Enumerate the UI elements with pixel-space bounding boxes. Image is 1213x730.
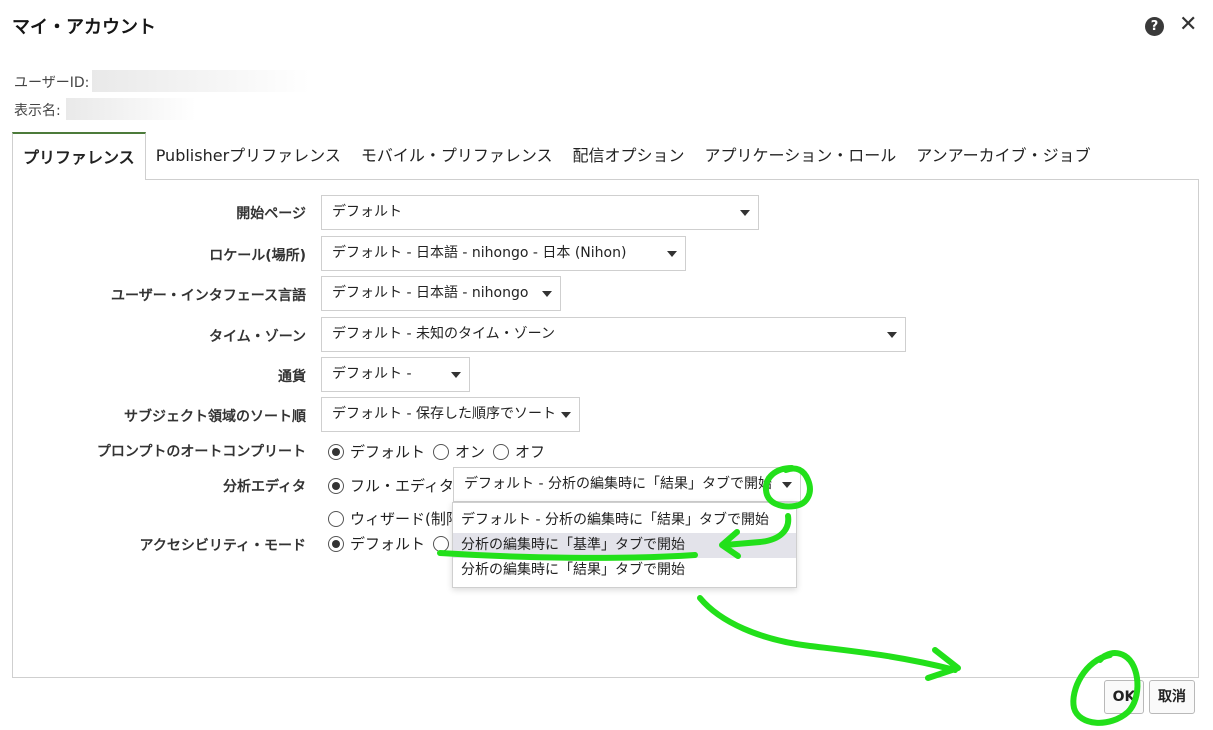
time-zone-label: タイム・ゾーン <box>208 329 306 345</box>
chevron-down-icon <box>542 291 552 297</box>
analysis-editor-value: デフォルト - 分析の編集時に「結果」タブで開始 <box>464 476 772 492</box>
tab-preferences[interactable]: プリファレンス <box>12 132 146 180</box>
locale-select[interactable]: デフォルト - 日本語 - nihongo - 日本 (Nihon) <box>321 236 686 271</box>
radio-off-label: オフ <box>515 443 546 461</box>
dropdown-option[interactable]: 分析の編集時に「結果」タブで開始 <box>453 558 796 583</box>
start-page-value: デフォルト <box>332 204 402 220</box>
radio-off[interactable] <box>493 443 510 460</box>
ui-language-value: デフォルト - 日本語 - nihongo <box>332 285 529 301</box>
locale-value: デフォルト - 日本語 - nihongo - 日本 (Nihon) <box>332 245 627 261</box>
radio-wizard-label: ウィザード(制限 <box>350 510 461 528</box>
radio-wizard[interactable] <box>328 510 344 527</box>
analysis-editor-select[interactable]: デフォルト - 分析の編集時に「結果」タブで開始 <box>453 467 801 502</box>
ui-language-select[interactable]: デフォルト - 日本語 - nihongo <box>321 276 561 311</box>
tab-delivery-options[interactable]: 配信オプション <box>563 132 695 180</box>
close-icon[interactable]: ✕ <box>1179 13 1197 37</box>
radio-default[interactable] <box>328 443 344 460</box>
prompt-autocomplete-radios: デフォルト オン オフ <box>328 441 553 462</box>
radio-full-editor-label: フル・エディタ <box>350 477 454 495</box>
help-icon[interactable]: ? <box>1145 17 1164 36</box>
start-page-label: 開始ページ <box>236 206 306 222</box>
radio-on[interactable] <box>433 443 450 460</box>
chevron-down-icon <box>667 251 677 257</box>
cancel-button[interactable]: 取消 <box>1149 680 1195 714</box>
analysis-editor-label: 分析エディタ <box>222 479 306 495</box>
radio-full-editor[interactable] <box>328 477 344 494</box>
tab-application-roles[interactable]: アプリケーション・ロール <box>695 132 907 180</box>
tab-bar: プリファレンス Publisherプリファレンス モバイル・プリファレンス 配信… <box>12 132 1101 180</box>
currency-select[interactable]: デフォルト - <box>321 357 470 392</box>
subject-sort-value: デフォルト - 保存した順序でソート <box>332 406 556 422</box>
analysis-editor-wizard-radio-group: ウィザード(制限 <box>328 508 469 529</box>
tab-mobile-preferences[interactable]: モバイル・プリファレンス <box>351 132 563 180</box>
tab-publisher-preferences[interactable]: Publisherプリファレンス <box>146 132 351 180</box>
locale-label: ロケール(場所) <box>209 248 306 264</box>
accessibility-label: アクセシビリティ・モード <box>139 538 306 554</box>
currency-label: 通貨 <box>278 369 306 385</box>
tab-unarchive-jobs[interactable]: アンアーカイブ・ジョブ <box>906 132 1100 180</box>
user-id-value-redacted <box>92 70 310 92</box>
time-zone-select[interactable]: デフォルト - 未知のタイム・ゾーン <box>321 317 906 352</box>
dialog-title: マイ・アカウント <box>12 17 156 38</box>
analysis-editor-dropdown-list: デフォルト - 分析の編集時に「結果」タブで開始 分析の編集時に「基準」タブで開… <box>452 502 797 588</box>
chevron-down-icon <box>887 332 897 338</box>
display-name-label: 表示名: <box>14 103 61 119</box>
dropdown-option-hovered[interactable]: 分析の編集時に「基準」タブで開始 <box>453 533 796 558</box>
radio-accessibility-default[interactable] <box>328 535 344 552</box>
time-zone-value: デフォルト - 未知のタイム・ゾーン <box>332 326 555 342</box>
chevron-down-icon <box>451 372 461 378</box>
accessibility-radios: デフォルト <box>328 533 455 554</box>
chevron-down-icon <box>561 412 571 418</box>
dropdown-option[interactable]: デフォルト - 分析の編集時に「結果」タブで開始 <box>453 508 796 533</box>
currency-value: デフォルト - <box>332 366 412 382</box>
ok-button[interactable]: OK <box>1104 680 1144 714</box>
subject-sort-select[interactable]: デフォルト - 保存した順序でソート <box>321 397 580 432</box>
chevron-down-icon <box>740 210 750 216</box>
start-page-select[interactable]: デフォルト <box>321 195 759 230</box>
user-id-label: ユーザーID: <box>14 75 90 91</box>
radio-on-label: オン <box>455 443 486 461</box>
display-name-value-redacted <box>66 98 196 120</box>
radio-default-label: デフォルト <box>350 443 426 461</box>
radio-accessibility-other[interactable] <box>433 535 450 552</box>
radio-accessibility-default-label: デフォルト <box>350 535 426 553</box>
ui-language-label: ユーザー・インタフェース言語 <box>110 288 306 304</box>
prompt-autocomplete-label: プロンプトのオートコンプリート <box>96 444 306 460</box>
subject-sort-label: サブジェクト領域のソート順 <box>124 409 306 425</box>
chevron-down-icon <box>782 482 792 488</box>
analysis-editor-full-radio-group: フル・エディタ <box>328 475 462 496</box>
